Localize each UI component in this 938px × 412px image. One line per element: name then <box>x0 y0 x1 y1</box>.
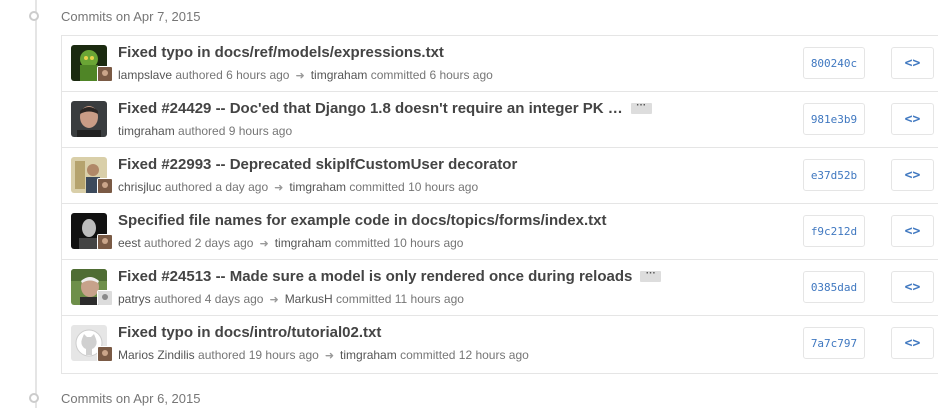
commit-list: Fixed typo in docs/ref/models/expression… <box>61 35 938 374</box>
committed-time: 11 hours ago <box>394 292 464 306</box>
authored-label: authored <box>154 292 202 306</box>
commit-message-link[interactable]: Fixed #24513 -- Made sure a model is onl… <box>118 268 632 285</box>
authored-time: a day ago <box>215 180 269 194</box>
browse-code-icon[interactable]: <> <box>891 327 934 359</box>
commit-sha-button[interactable]: 800240c <box>803 47 865 79</box>
authored-label: authored <box>175 68 223 82</box>
browse-code-icon[interactable]: <> <box>891 47 934 79</box>
arrow-right-icon: ➜ <box>324 349 335 362</box>
browse-code-icon[interactable]: <> <box>891 159 934 191</box>
commit-row: Fixed #24513 -- Made sure a model is onl… <box>62 260 938 316</box>
authored-label: authored <box>178 124 226 138</box>
commit-message-link[interactable]: Fixed typo in docs/intro/tutorial02.txt <box>118 324 381 341</box>
authored-label: authored <box>164 180 213 194</box>
commit-group-header: Commits on Apr 7, 2015 <box>0 2 938 30</box>
browse-code-icon[interactable]: <> <box>891 103 934 135</box>
committed-time: 10 hours ago <box>393 236 464 250</box>
committed-label: committed <box>370 68 427 82</box>
commit-author[interactable]: Marios Zindilis <box>118 348 195 362</box>
committed-time: 12 hours ago <box>458 348 529 362</box>
commit-sha-button[interactable]: 7a7c797 <box>803 327 865 359</box>
commit-group-title: Commits on Apr 6, 2015 <box>61 390 201 406</box>
commit-author[interactable]: eest <box>118 236 141 250</box>
authored-time: 9 hours ago <box>228 124 293 138</box>
committed-label: committed <box>349 180 405 194</box>
committed-label: committed <box>334 236 391 250</box>
committed-time: 10 hours ago <box>408 180 479 194</box>
commit-author[interactable]: patrys <box>118 292 151 306</box>
commit-committer[interactable]: MarkusH <box>285 292 333 306</box>
expand-message-button[interactable]: ··· <box>640 269 662 282</box>
committed-time: 6 hours ago <box>429 68 493 82</box>
commit-message-link[interactable]: Fixed typo in docs/ref/models/expression… <box>118 44 444 61</box>
authored-time: 2 days ago <box>194 236 254 250</box>
commit-message-link[interactable]: Specified file names for example code in… <box>118 212 606 229</box>
timeline-dot-icon <box>29 393 39 403</box>
avatar[interactable] <box>71 101 107 137</box>
commit-sha-button[interactable]: 981e3b9 <box>803 103 865 135</box>
commit-row: Fixed typo in docs/ref/models/expression… <box>62 36 938 92</box>
arrow-right-icon: ➜ <box>259 237 269 250</box>
committer-avatar[interactable] <box>97 66 113 82</box>
commit-author[interactable]: chrisjluc <box>118 180 161 194</box>
committer-avatar[interactable] <box>97 234 113 250</box>
commit-row: Fixed #24429 -- Doc'ed that Django 1.8 d… <box>62 92 938 148</box>
commit-group-title: Commits on Apr 7, 2015 <box>61 8 201 24</box>
commit-row: Fixed typo in docs/intro/tutorial02.txt … <box>62 316 938 373</box>
committer-avatar[interactable] <box>97 346 113 362</box>
commit-sha-button[interactable]: 0385dad <box>803 271 865 303</box>
commit-committer[interactable]: timgraham <box>311 68 368 82</box>
commit-committer[interactable]: timgraham <box>289 180 346 194</box>
authored-label: authored <box>198 348 246 362</box>
commit-sha-button[interactable]: f9c212d <box>803 215 865 247</box>
authored-time: 4 days ago <box>204 292 264 306</box>
commit-row: Fixed #22993 -- Deprecated skipIfCustomU… <box>62 148 938 204</box>
browse-code-icon[interactable]: <> <box>891 215 934 247</box>
commit-message-link[interactable]: Fixed #22993 -- Deprecated skipIfCustomU… <box>118 156 517 173</box>
commit-author[interactable]: timgraham <box>118 124 175 138</box>
expand-message-button[interactable]: ··· <box>630 101 652 114</box>
arrow-right-icon: ➜ <box>274 181 284 194</box>
commit-row: Specified file names for example code in… <box>62 204 938 260</box>
committer-avatar[interactable] <box>97 178 113 194</box>
committed-label: committed <box>400 348 456 362</box>
committed-label: committed <box>336 292 392 306</box>
authored-time: 6 hours ago <box>226 68 290 82</box>
authored-time: 19 hours ago <box>248 348 319 362</box>
committer-avatar[interactable] <box>97 290 113 306</box>
timeline-dot-icon <box>29 11 39 21</box>
commit-sha-button[interactable]: e37d52b <box>803 159 865 191</box>
commit-author[interactable]: lampslave <box>118 68 172 82</box>
arrow-right-icon: ➜ <box>269 293 279 306</box>
commit-committer[interactable]: timgraham <box>340 348 397 362</box>
authored-label: authored <box>144 236 192 250</box>
browse-code-icon[interactable]: <> <box>891 271 934 303</box>
timeline-line <box>35 0 37 408</box>
commit-committer[interactable]: timgraham <box>275 236 332 250</box>
commit-message-link[interactable]: Fixed #24429 -- Doc'ed that Django 1.8 d… <box>118 100 623 117</box>
arrow-right-icon: ➜ <box>295 69 305 82</box>
